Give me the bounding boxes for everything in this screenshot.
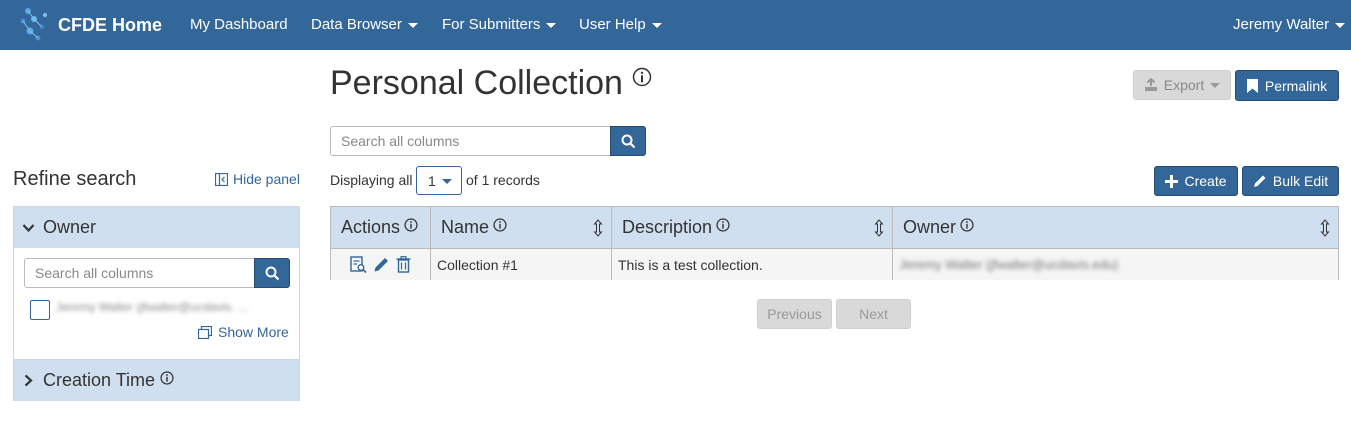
- page-title: Personal Collection: [330, 64, 623, 102]
- caret-down-icon: [407, 22, 418, 28]
- column-label: Name: [441, 217, 490, 237]
- caret-down-icon: [1335, 22, 1346, 28]
- trash-icon[interactable]: [396, 256, 411, 273]
- column-label: Owner: [903, 217, 957, 237]
- brand-name: CFDE Home: [58, 14, 163, 35]
- permalink-label: Permalink: [1264, 77, 1328, 94]
- row-description-cell: This is a test collection.: [612, 249, 893, 280]
- column-label: Actions: [341, 217, 401, 237]
- sort-icon[interactable]: [593, 219, 603, 237]
- next-button[interactable]: Next: [836, 299, 911, 329]
- caret-down-icon: [651, 22, 662, 28]
- brand-link[interactable]: CFDE Home: [18, 5, 162, 45]
- nav-for-submitters[interactable]: For Submitters: [442, 0, 557, 50]
- info-icon[interactable]: [716, 217, 730, 232]
- nav-label: User Help: [579, 16, 646, 33]
- row-name-cell: Collection #1: [431, 249, 612, 280]
- search-placeholder: Search all columns: [341, 133, 460, 149]
- refine-search-title: Refine search: [13, 168, 137, 190]
- pencil-icon: [1253, 174, 1267, 188]
- user-menu[interactable]: Jeremy Walter: [1233, 0, 1346, 50]
- nav-label: For Submitters: [442, 16, 541, 33]
- owner-value: Jeremy Walter (jfwalter@ucdavis.edu): [899, 257, 1119, 272]
- column-label: Description: [622, 217, 713, 237]
- caret-down-icon: [1210, 82, 1221, 88]
- nav-my-dashboard[interactable]: My Dashboard: [190, 0, 288, 50]
- export-button[interactable]: Export: [1133, 70, 1231, 100]
- info-icon[interactable]: [632, 67, 652, 87]
- panel-icon: [215, 172, 228, 186]
- facet-value-checkbox[interactable]: [30, 300, 50, 320]
- column-header-owner[interactable]: Owner: [893, 207, 1338, 248]
- records-table: Actions Name Description Owner Collectio…: [330, 206, 1339, 280]
- plus-icon: [1165, 174, 1179, 188]
- hide-panel-button[interactable]: Hide panel: [215, 171, 300, 187]
- chevron-down-icon: [22, 223, 35, 233]
- previous-button[interactable]: Previous: [757, 299, 832, 329]
- sort-icon[interactable]: [874, 219, 884, 237]
- info-icon[interactable]: [404, 217, 418, 232]
- permalink-button[interactable]: Permalink: [1235, 70, 1339, 101]
- hide-panel-label: Hide panel: [233, 171, 300, 187]
- info-icon[interactable]: [960, 217, 974, 232]
- facet-search-button[interactable]: [254, 258, 290, 288]
- facet-header-owner[interactable]: Owner: [14, 207, 299, 248]
- caret-down-icon: [546, 22, 557, 28]
- displaying-label: Displaying all: [330, 172, 413, 188]
- create-label: Create: [1184, 173, 1227, 189]
- column-header-actions: Actions: [331, 207, 431, 248]
- facet-label: Creation Time: [43, 370, 156, 390]
- chevron-right-icon: [22, 374, 35, 387]
- nav-label: My Dashboard: [190, 16, 288, 33]
- edit-pencil-icon[interactable]: [373, 256, 390, 273]
- view-details-icon[interactable]: [350, 256, 367, 273]
- bulk-edit-label: Bulk Edit: [1272, 173, 1329, 189]
- page-size-select[interactable]: 1: [416, 166, 462, 195]
- nav-label: Data Browser: [311, 16, 402, 33]
- column-header-description[interactable]: Description: [612, 207, 893, 248]
- info-icon[interactable]: [493, 217, 507, 232]
- nav-data-browser[interactable]: Data Browser: [311, 0, 418, 50]
- cfde-logo-icon: [18, 5, 52, 45]
- show-more-label: Show More: [218, 324, 289, 340]
- nav-user-help[interactable]: User Help: [579, 0, 662, 50]
- export-icon: [1144, 78, 1158, 92]
- facet-search-input[interactable]: Search all columns: [24, 258, 256, 288]
- search-icon: [621, 134, 636, 149]
- bookmark-icon: [1246, 78, 1258, 93]
- show-more-button[interactable]: Show More: [198, 324, 289, 340]
- main-search-input[interactable]: Search all columns: [330, 126, 611, 156]
- records-count-label: of 1 records: [466, 172, 540, 188]
- search-icon: [265, 266, 280, 281]
- user-name: Jeremy Walter: [1233, 16, 1330, 33]
- top-navbar: CFDE Home My Dashboard Data Browser For …: [0, 0, 1351, 50]
- caret-down-icon: [442, 179, 452, 184]
- show-more-icon: [198, 325, 212, 339]
- facet-panel: Owner Search all columns Jeremy Walter (…: [13, 206, 300, 401]
- create-button[interactable]: Create: [1154, 166, 1238, 196]
- page-size-value: 1: [428, 172, 436, 189]
- info-icon[interactable]: [160, 370, 174, 385]
- facet-value-label: Jeremy Walter (jfwalter@ucdavis. ...: [56, 300, 248, 314]
- facet-label: Owner: [43, 217, 97, 237]
- row-owner-cell: Jeremy Walter (jfwalter@ucdavis.edu): [893, 249, 1338, 280]
- sort-icon[interactable]: [1320, 219, 1330, 237]
- column-header-name[interactable]: Name: [431, 207, 612, 248]
- export-label: Export: [1163, 77, 1205, 93]
- bulk-edit-button[interactable]: Bulk Edit: [1242, 166, 1339, 196]
- facet-search-placeholder: Search all columns: [35, 265, 154, 281]
- main-search-button[interactable]: [610, 126, 646, 156]
- row-actions-cell: [331, 249, 431, 280]
- facet-header-creation-time[interactable]: Creation Time: [14, 360, 299, 401]
